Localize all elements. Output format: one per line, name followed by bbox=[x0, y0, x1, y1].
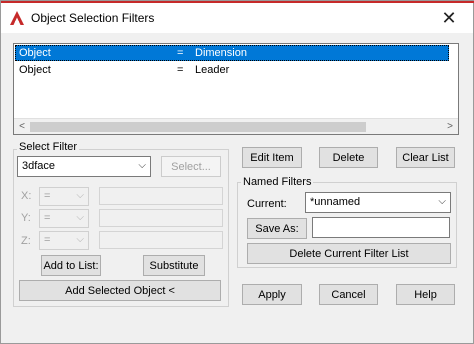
filter-row-value: Dimension bbox=[195, 47, 247, 59]
chevron-down-icon: ⌵ bbox=[76, 234, 84, 245]
chevron-down-icon: ⌵ bbox=[76, 190, 84, 201]
y-value-field[interactable] bbox=[99, 209, 223, 227]
y-operator-value: = bbox=[44, 212, 51, 224]
current-filter-value: *unnamed bbox=[310, 196, 361, 208]
chevron-down-icon: ⌵ bbox=[76, 212, 84, 223]
chevron-down-icon: ⌵ bbox=[438, 196, 446, 207]
filter-list[interactable]: Object = Dimension Object = Leader < > bbox=[13, 43, 459, 135]
x-label: X: bbox=[21, 190, 32, 202]
clear-list-button[interactable]: Clear List bbox=[396, 147, 455, 168]
filter-row-field: Object bbox=[19, 47, 51, 59]
window-title: Object Selection Filters bbox=[31, 11, 155, 25]
named-filters-label: Named Filters bbox=[241, 176, 314, 188]
scroll-left-icon[interactable]: < bbox=[16, 121, 28, 133]
cancel-button[interactable]: Cancel bbox=[319, 284, 378, 305]
filter-row-operator: = bbox=[177, 47, 184, 59]
substitute-button[interactable]: Substitute bbox=[143, 255, 205, 276]
select-button[interactable]: Select... bbox=[161, 156, 221, 177]
save-as-button[interactable]: Save As: bbox=[247, 218, 307, 239]
z-operator-value: = bbox=[44, 234, 51, 246]
delete-current-filter-list-button[interactable]: Delete Current Filter List bbox=[247, 243, 451, 264]
z-value-field[interactable] bbox=[99, 231, 223, 249]
save-as-name-field[interactable] bbox=[312, 217, 450, 238]
z-label: Z: bbox=[21, 235, 31, 247]
close-button[interactable]: ✕ bbox=[429, 3, 469, 33]
edit-item-button[interactable]: Edit Item bbox=[242, 147, 302, 168]
close-icon: ✕ bbox=[441, 7, 457, 28]
x-operator-value: = bbox=[44, 190, 51, 202]
delete-button[interactable]: Delete bbox=[319, 147, 378, 168]
apply-button[interactable]: Apply bbox=[242, 284, 302, 305]
chevron-down-icon: ⌵ bbox=[138, 160, 146, 171]
title-bar: Object Selection Filters ✕ bbox=[1, 3, 473, 33]
y-label: Y: bbox=[21, 212, 31, 224]
select-filter-label: Select Filter bbox=[17, 141, 80, 153]
filter-row-operator: = bbox=[177, 64, 184, 76]
x-operator-dropdown[interactable]: = ⌵ bbox=[39, 187, 89, 206]
help-button[interactable]: Help bbox=[396, 284, 455, 305]
current-label: Current: bbox=[247, 198, 287, 210]
scrollbar-thumb[interactable] bbox=[30, 122, 366, 132]
filter-type-dropdown[interactable]: 3dface ⌵ bbox=[17, 156, 151, 177]
filter-row[interactable]: Object = Dimension bbox=[15, 45, 449, 61]
horizontal-scrollbar[interactable]: < > bbox=[14, 118, 458, 134]
scroll-right-icon[interactable]: > bbox=[444, 121, 456, 133]
z-operator-dropdown[interactable]: = ⌵ bbox=[39, 231, 89, 250]
add-selected-object-button[interactable]: Add Selected Object < bbox=[19, 280, 221, 301]
add-to-list-button[interactable]: Add to List: bbox=[41, 255, 101, 276]
filter-row-value: Leader bbox=[195, 64, 230, 76]
filter-type-value: 3dface bbox=[22, 160, 56, 172]
y-operator-dropdown[interactable]: = ⌵ bbox=[39, 209, 89, 228]
x-value-field[interactable] bbox=[99, 187, 223, 205]
filter-row[interactable]: Object = Leader bbox=[15, 62, 449, 78]
object-selection-filters-dialog: Object Selection Filters ✕ Object = Dime… bbox=[0, 0, 474, 344]
autocad-logo-icon bbox=[9, 10, 25, 26]
filter-row-field: Object bbox=[19, 64, 51, 76]
current-filter-dropdown[interactable]: *unnamed ⌵ bbox=[305, 192, 451, 213]
